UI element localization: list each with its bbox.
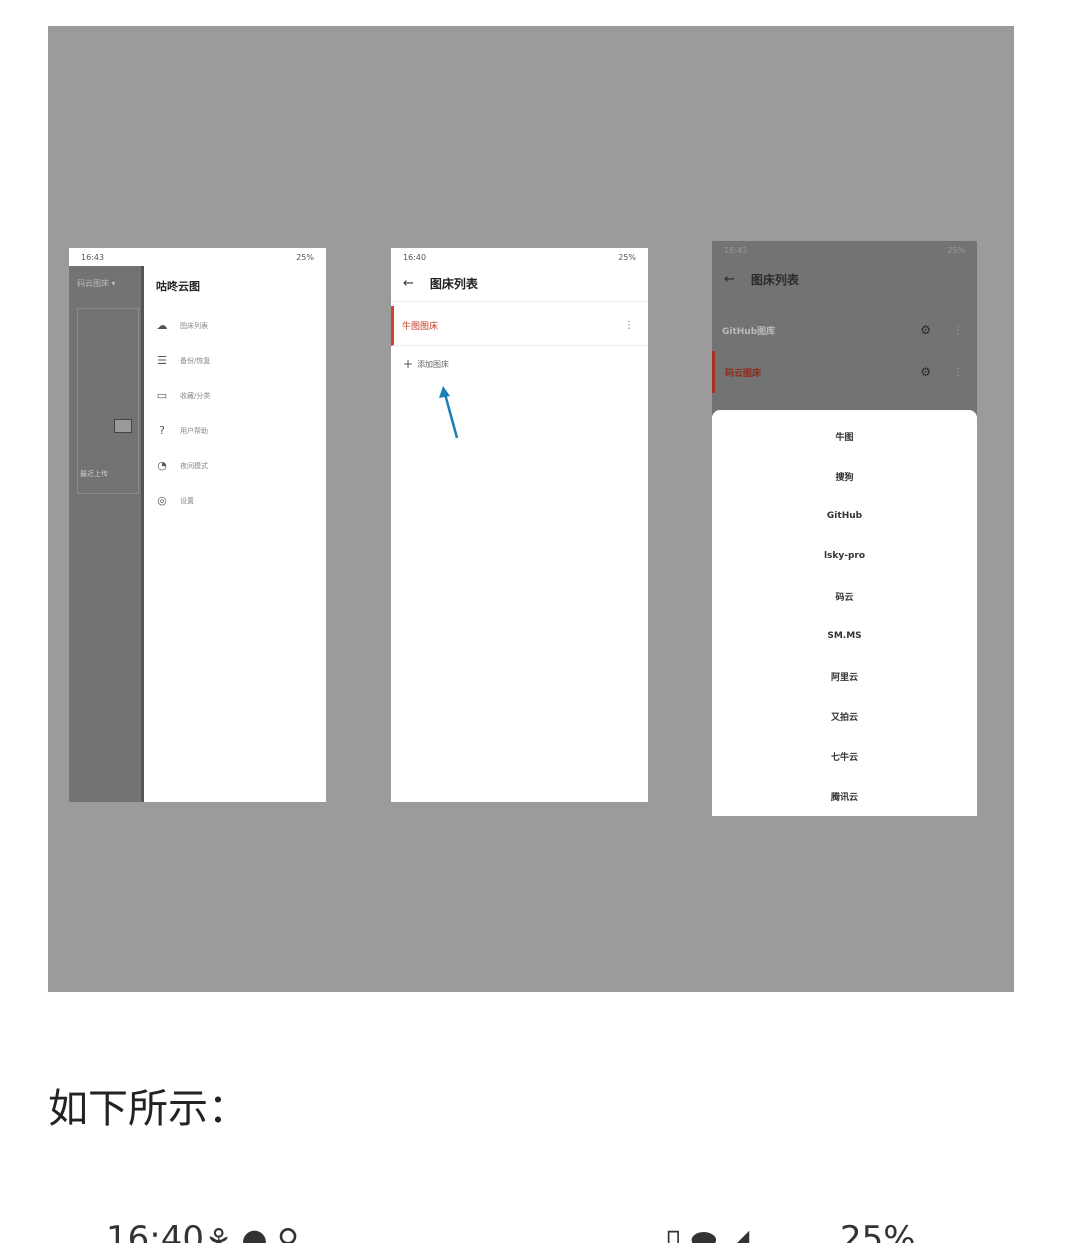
gallery-name: GitHub图库 <box>722 326 776 337</box>
more-vert-icon[interactable]: ⋮ <box>953 367 963 378</box>
gallery-row-selected[interactable]: 码云图床 ⚙ ⋮ <box>712 351 977 393</box>
gallery-name: 码云图床 <box>725 368 762 379</box>
back-arrow-icon[interactable]: ← <box>403 276 414 291</box>
gallery-type-option[interactable]: 搜狗 <box>712 456 977 496</box>
settings-icon: ◎ <box>157 493 167 507</box>
gallery-type-option[interactable]: 码云 <box>712 576 977 616</box>
gallery-type-option[interactable]: lsky-pro <box>712 536 977 576</box>
add-gallery-label: 添加图床 <box>417 359 450 369</box>
list-icon: ☰ <box>157 353 167 367</box>
gallery-type-option[interactable]: 七牛云 <box>712 736 977 776</box>
back-arrow-icon[interactable]: ← <box>724 272 735 287</box>
drawer-item[interactable]: ◎ 设置 <box>144 483 326 518</box>
drawer-item[interactable]: ◔ 夜间模式 <box>144 448 326 483</box>
gallery-type-option[interactable]: 又拍云 <box>712 696 977 736</box>
drawer-item-label: 备份/恢复 <box>180 356 211 365</box>
caption-text: 如下所示： <box>48 1086 248 1132</box>
recent-upload-label: 最近上传 <box>80 470 108 478</box>
status-time: 16:43 <box>724 245 748 255</box>
status-time: 16:43 <box>81 252 105 262</box>
status-battery: 25% <box>947 245 965 255</box>
navigation-drawer: 咕咚云图 ☁ 图床列表 ☰ 备份/恢复 ▭ 收藏/分类? 用户帮助 ◔ 夜间模式 ◎ 设置 <box>141 266 326 802</box>
status-time: 16:40 <box>106 1219 204 1243</box>
folder-icon: ▭ <box>156 388 168 402</box>
gear-icon[interactable]: ⚙ <box>920 365 931 379</box>
drawer-item-label: 用户帮助 <box>180 426 208 435</box>
add-gallery-button[interactable]: + 添加图床 <box>391 346 648 382</box>
gear-icon[interactable]: ⚙ <box>920 323 931 337</box>
status-bar: 16:43 25% <box>69 248 326 266</box>
gallery-row[interactable]: GitHub图库 ⚙ ⋮ <box>712 309 977 351</box>
gallery-type-option[interactable]: SM.MS <box>712 616 977 656</box>
gallery-type-sheet: 牛图 搜狗 GitHub lsky-pro 码云 SM.MS 阿里云 又拍云 七牛云 腾讯云 <box>712 410 977 816</box>
drawer-item-label: 图床列表 <box>180 321 208 330</box>
gallery-row[interactable]: 牛图图床 ⋮ <box>391 306 648 346</box>
drawer-item[interactable]: ☰ 备份/恢复 <box>144 343 326 378</box>
app-bar: ← 图床列表 <box>712 259 977 299</box>
status-bar: 16:43 25% <box>712 241 977 259</box>
gallery-type-option[interactable]: 腾讯云 <box>712 776 977 816</box>
app-bar: ← 图床列表 <box>391 266 648 302</box>
main-content-dimmed: 码云图床 ▾ 最近上传 <box>69 266 141 802</box>
gallery-type-option[interactable]: GitHub <box>712 496 977 536</box>
drawer-item-label: 设置 <box>180 496 194 505</box>
phone-add-gallery-sheet: 16:43 25% ← 图床列表 GitHub图库 ⚙ ⋮ 码云图床 ⚙ ⋮ 牛… <box>712 241 977 816</box>
page-title: 图床列表 <box>750 272 799 287</box>
status-time: 16:40 <box>403 252 427 262</box>
drawer-item-label: 收藏/分类 <box>180 391 211 400</box>
gallery-name: 牛图图床 <box>402 322 439 332</box>
status-battery: 25% <box>296 252 314 262</box>
gallery-selector[interactable]: 码云图床 ▾ <box>69 266 141 299</box>
status-bar: 16:40 25% <box>391 248 648 266</box>
drawer-item[interactable]: ▭ 收藏/分类 <box>144 378 326 413</box>
image-icon <box>114 419 132 433</box>
page-title: 图床列表 <box>429 277 478 291</box>
phone-gallery-list-screen: 16:40 25% ← 图床列表 牛图图床 ⋮ + 添加图床 <box>391 248 648 802</box>
more-vert-icon[interactable]: ⋮ <box>953 325 963 336</box>
plus-icon: + <box>403 357 414 371</box>
drawer-item[interactable]: ☁ 图床列表 <box>144 308 326 343</box>
night-mode-icon: ◔ <box>157 458 167 472</box>
upload-card: 最近上传 <box>77 308 139 494</box>
screenshot-panel: 16:43 25% 码云图床 ▾ 最近上传 咕咚云图 ☁ 图床列表 ☰ 备份/恢复 ▭ 收… <box>48 26 1014 992</box>
gallery-type-option[interactable]: 牛图 <box>712 416 977 456</box>
notification-icons: ⚘ ● ⚲ <box>205 1223 300 1243</box>
drawer-item[interactable]: ? 用户帮助 <box>144 413 326 448</box>
gallery-type-option[interactable]: 阿里云 <box>712 656 977 696</box>
drawer-item-label: 夜间模式 <box>180 461 208 470</box>
drawer-title: 咕咚云图 <box>156 280 200 293</box>
status-battery: 25% <box>840 1219 916 1243</box>
phone-drawer-screen: 16:43 25% 码云图床 ▾ 最近上传 咕咚云图 ☁ 图床列表 ☰ 备份/恢复 ▭ 收… <box>69 248 326 802</box>
signal-icons: ▯ ⬬ ◢ <box>665 1223 750 1243</box>
status-battery: 25% <box>618 252 636 262</box>
bottom-status-bar: 16:40 ⚘ ● ⚲ ▯ ⬬ ◢ 25% <box>0 1218 1080 1243</box>
more-vert-icon[interactable]: ⋮ <box>624 320 634 331</box>
cloud-icon: ☁ <box>156 318 168 332</box>
annotation-arrow-icon <box>439 386 459 439</box>
help-icon: ? <box>159 423 165 437</box>
drawer-menu: ☁ 图床列表 ☰ 备份/恢复 ▭ 收藏/分类? 用户帮助 ◔ 夜间模式 ◎ 设置 <box>144 308 326 518</box>
